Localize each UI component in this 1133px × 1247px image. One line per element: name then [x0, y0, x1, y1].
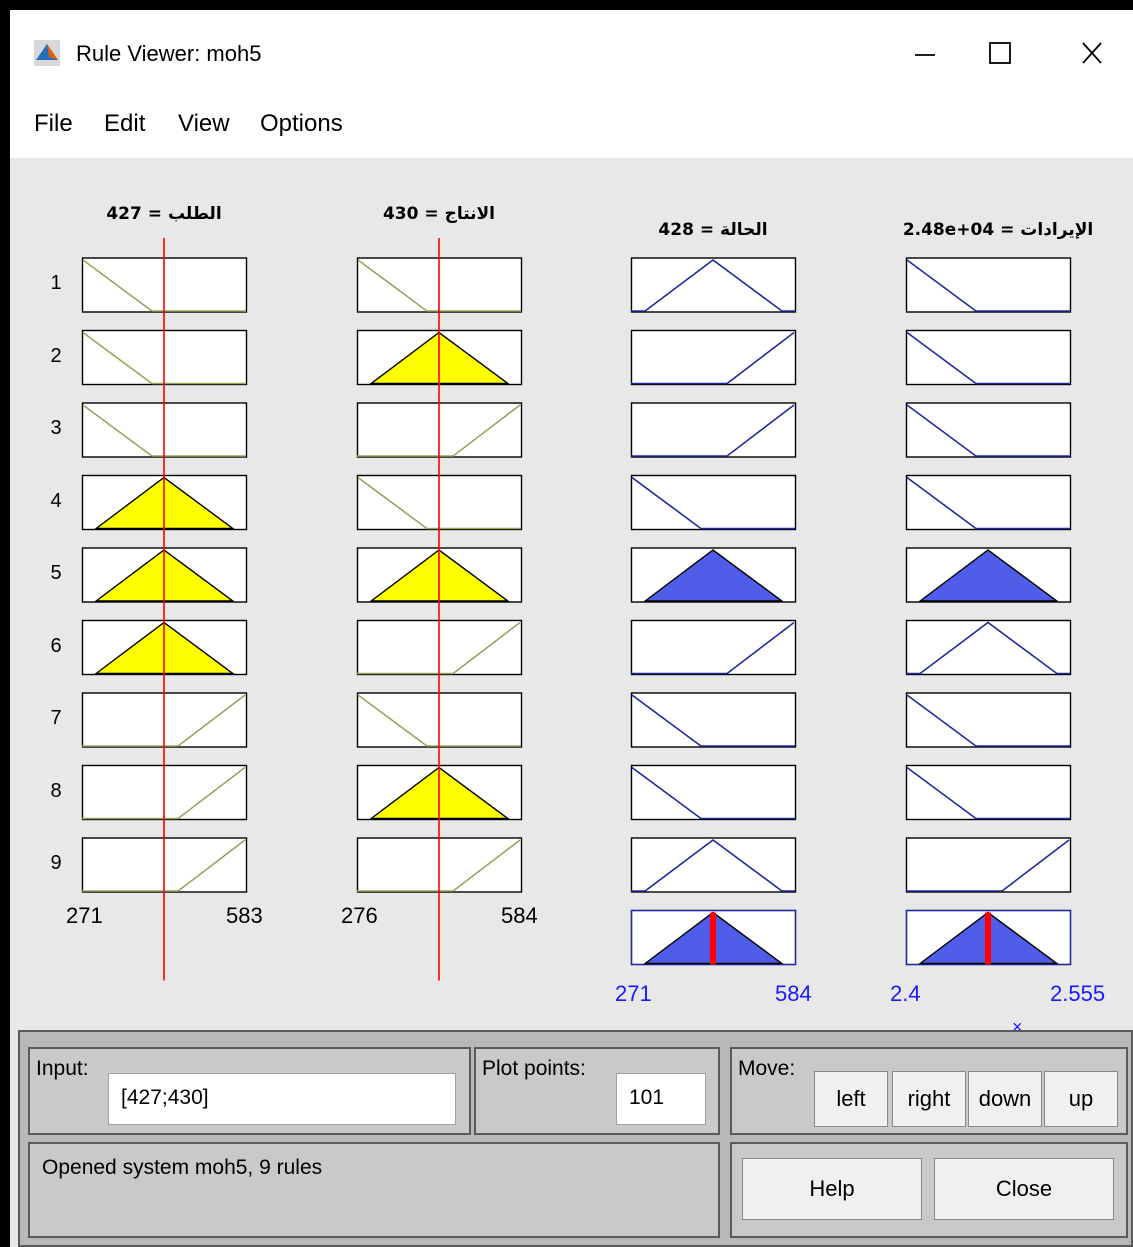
- rule-mf-box: [630, 837, 797, 893]
- title-bar: Rule Viewer: moh5: [10, 10, 1133, 96]
- rule-mf-box: [630, 764, 797, 821]
- rule-mf-box: [630, 257, 797, 313]
- status-panel: Opened system moh5, 9 rules: [28, 1142, 720, 1238]
- maximize-button[interactable]: [970, 30, 1030, 76]
- variable-column-plot: [81, 238, 248, 981]
- input-panel: Input: [427;430]: [28, 1047, 471, 1135]
- rule-mf-box: [630, 329, 797, 386]
- rule-mf-box: [905, 619, 1072, 676]
- plot-points-panel: Plot points: 101: [474, 1047, 720, 1135]
- rule-number: 9: [50, 852, 62, 874]
- status-text: Opened system moh5, 9 rules: [42, 1156, 323, 1179]
- rule-mf-box: [905, 257, 1072, 313]
- rule-number: 5: [50, 562, 62, 584]
- maximize-icon: [989, 42, 1011, 64]
- rule-mf-box: [905, 692, 1072, 748]
- variable-column-plot: [630, 257, 797, 966]
- move-left-button[interactable]: left: [814, 1071, 888, 1127]
- plot-points-label: Plot points:: [482, 1057, 586, 1080]
- rule-mf-box: [905, 764, 1072, 821]
- rule-mf-box: [905, 402, 1072, 458]
- plot-points-field[interactable]: 101: [616, 1073, 706, 1125]
- range-max-label: 584: [501, 902, 538, 928]
- range-min-label: 271: [615, 981, 652, 1006]
- help-button[interactable]: Help: [742, 1158, 922, 1220]
- variable-column-plot: [905, 257, 1072, 966]
- rule-mf-box: [905, 547, 1072, 603]
- rule-mf-box: [630, 402, 797, 458]
- rule-mf-box: [630, 474, 797, 531]
- menu-view[interactable]: View: [178, 110, 230, 138]
- rule-mf-box: [905, 329, 1072, 386]
- range-min-label: 276: [341, 902, 378, 928]
- rule-viewer-window: Rule Viewer: moh5 File Edit View Options…: [10, 10, 1133, 1247]
- move-up-button[interactable]: up: [1044, 1071, 1118, 1127]
- help-close-panel: Help Close: [730, 1142, 1128, 1238]
- range-min-label: 2.4: [890, 981, 921, 1006]
- move-right-button[interactable]: right: [892, 1071, 966, 1127]
- menu-edit[interactable]: Edit: [104, 110, 145, 138]
- move-down-button[interactable]: down: [968, 1071, 1042, 1127]
- input-field[interactable]: [427;430]: [108, 1073, 456, 1125]
- rule-mf-box: [630, 619, 797, 676]
- window-title: Rule Viewer: moh5: [76, 41, 262, 66]
- menu-options[interactable]: Options: [260, 110, 343, 138]
- range-max-label: 2.555: [1050, 981, 1106, 1006]
- minimize-icon: [915, 54, 935, 56]
- rule-number: 6: [50, 634, 62, 657]
- rule-number: 8: [50, 779, 62, 802]
- input-label: Input:: [36, 1057, 89, 1080]
- menu-file[interactable]: File: [34, 110, 73, 138]
- rule-mf-box: [630, 692, 797, 748]
- range-max-label: 584: [775, 981, 812, 1006]
- range-min-label: 271: [66, 902, 103, 928]
- rule-mf-box: [630, 547, 797, 603]
- close-button[interactable]: Close: [934, 1158, 1114, 1220]
- minimize-button[interactable]: [895, 30, 955, 76]
- move-panel: Move: left right down up: [730, 1047, 1128, 1135]
- rule-number: 3: [50, 417, 62, 439]
- rule-number: 1: [50, 272, 62, 294]
- variable-column-plot: [356, 238, 523, 981]
- move-label: Move:: [738, 1057, 796, 1080]
- close-icon: [1082, 42, 1102, 64]
- matlab-icon: [34, 40, 60, 66]
- rule-number: 2: [50, 344, 62, 367]
- range-max-label: 583: [226, 902, 263, 928]
- rule-mf-box: [905, 837, 1072, 893]
- rule-number: 4: [50, 489, 62, 512]
- close-window-button[interactable]: [1062, 30, 1122, 76]
- rule-number: 7: [50, 707, 62, 729]
- rule-mf-box: [905, 474, 1072, 531]
